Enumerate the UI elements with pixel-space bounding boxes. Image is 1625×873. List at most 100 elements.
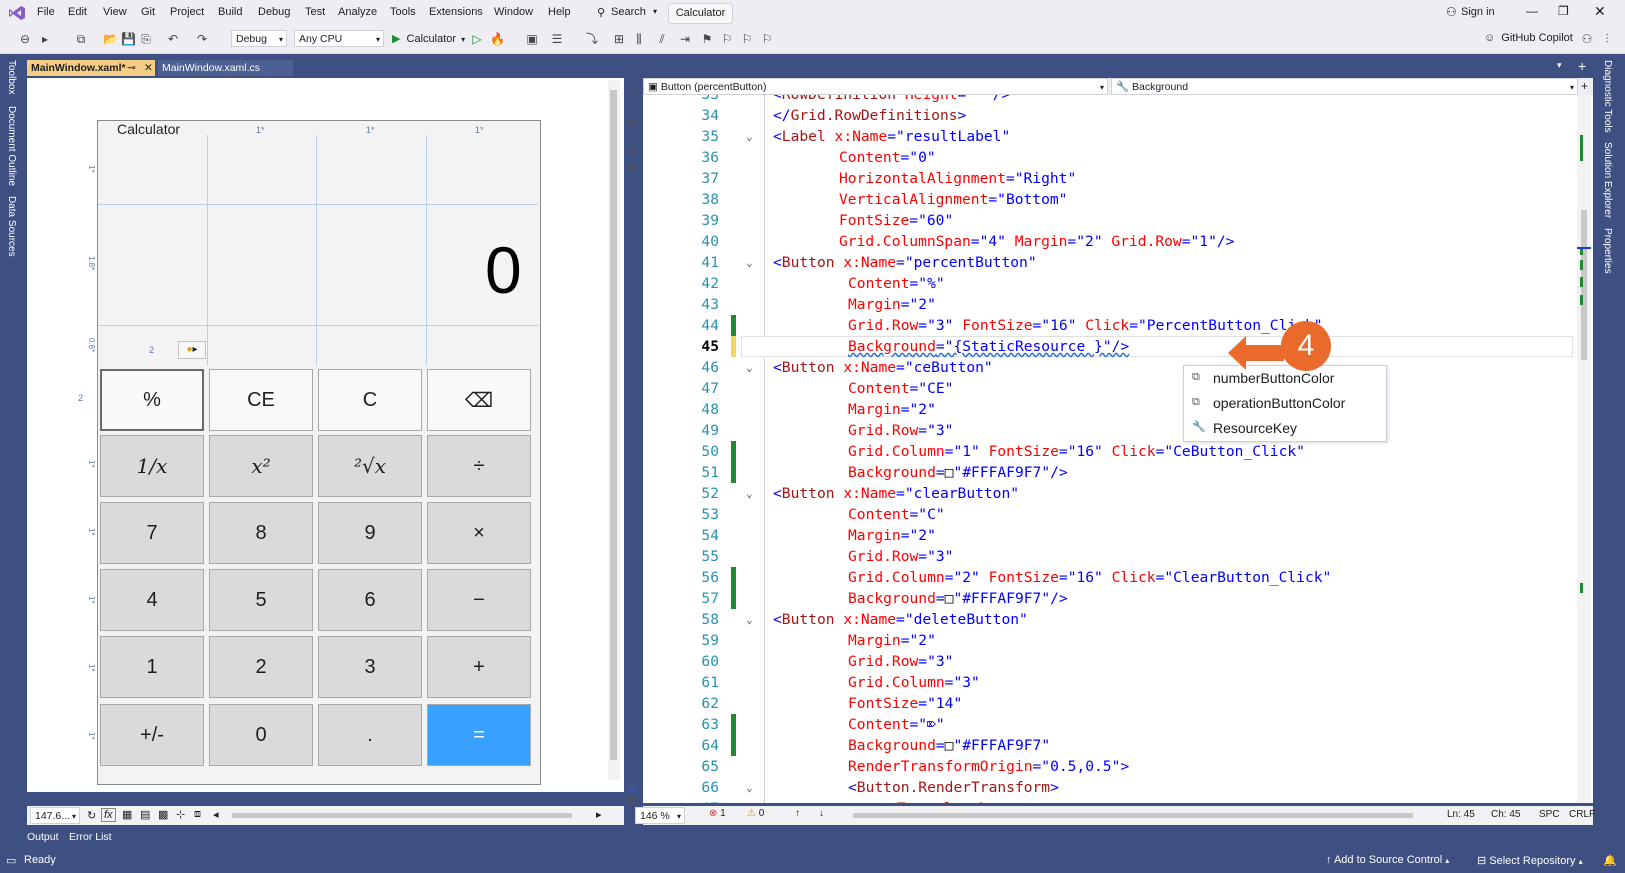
designer-vertical-scrollbar[interactable] xyxy=(608,80,620,780)
menu-git[interactable]: Git xyxy=(141,6,155,18)
scrollbar-thumb[interactable] xyxy=(610,90,617,760)
seven-button[interactable]: 7 xyxy=(100,502,204,564)
collapse-pane-icon[interactable]: ⧉ xyxy=(628,163,635,174)
open-icon[interactable]: 📂 xyxy=(103,32,118,46)
fx-button[interactable]: fx xyxy=(101,808,116,822)
data-sources-tab[interactable]: Data Sources xyxy=(6,196,17,257)
add-button[interactable]: + xyxy=(427,636,531,698)
output-tab[interactable]: Output xyxy=(27,831,59,843)
add-to-source-control-button[interactable]: ↑ Add to Source Control ▴ xyxy=(1326,854,1449,866)
menu-extensions[interactable]: Extensions xyxy=(429,6,483,18)
delete-button[interactable]: ⌫ xyxy=(427,369,531,431)
menu-tools[interactable]: Tools xyxy=(390,6,416,18)
active-project-pill[interactable]: Calculator xyxy=(668,3,733,24)
redo-icon[interactable]: ↷ xyxy=(195,32,209,46)
minimize-icon[interactable]: — xyxy=(1526,4,1538,18)
error-list-tab[interactable]: Error List xyxy=(69,831,112,843)
indent-icon[interactable]: ⇥ xyxy=(678,32,692,46)
divide-button[interactable]: ÷ xyxy=(427,435,531,497)
xaml-code-editor[interactable]: 33<RowDefinition Height="*"/> 34</Grid.R… xyxy=(643,95,1593,803)
clear-bookmarks-icon[interactable]: ⚐ xyxy=(760,32,774,46)
format-icon[interactable]: ☰ xyxy=(550,32,564,46)
line-ending-indicator[interactable]: CRLF xyxy=(1569,809,1595,820)
bookmark-icon[interactable]: ⚑ xyxy=(700,32,714,46)
quick-actions-button[interactable]: ●▸ xyxy=(178,341,206,359)
comment-icon[interactable]: ⫼ xyxy=(632,32,646,46)
scroll-left-icon[interactable]: ◂ xyxy=(213,808,219,821)
start-without-debugging-icon[interactable]: ▷ xyxy=(470,32,484,46)
reciprocal-button[interactable]: 1/x xyxy=(100,435,204,497)
split-editor-icon[interactable]: + xyxy=(1581,79,1588,93)
snap-grid-icon[interactable]: ▩ xyxy=(158,808,168,821)
overflow-icon[interactable]: ⫶ xyxy=(1600,32,1614,46)
tab-mainwindow-xaml-cs[interactable]: MainWindow.xaml.cs xyxy=(158,60,293,76)
multiply-button[interactable]: × xyxy=(427,502,531,564)
five-button[interactable]: 5 xyxy=(209,569,313,631)
account-icon[interactable]: ⚇ xyxy=(1446,5,1457,19)
new-project-icon[interactable]: ⧉ xyxy=(74,32,88,46)
eight-button[interactable]: 8 xyxy=(209,502,313,564)
square-root-button[interactable]: ²√x xyxy=(318,435,422,497)
diagnostic-tools-tab[interactable]: Diagnostic Tools xyxy=(1602,60,1613,133)
hot-reload-icon[interactable]: 🔥 xyxy=(490,32,505,46)
one-button[interactable]: 1 xyxy=(100,636,204,698)
column-indicator[interactable]: Ch: 45 xyxy=(1491,809,1520,820)
fold-icon[interactable]: ⌄ xyxy=(746,609,753,630)
fold-icon[interactable]: ⌄ xyxy=(746,483,753,504)
menu-debug[interactable]: Debug xyxy=(258,6,290,18)
six-button[interactable]: 6 xyxy=(318,569,422,631)
warning-count[interactable]: ⚠ 0 xyxy=(747,808,764,819)
four-button[interactable]: 4 xyxy=(100,569,204,631)
back-icon[interactable]: ⊖ xyxy=(18,32,32,46)
document-outline-tab[interactable]: Document Outline xyxy=(6,106,17,186)
equals-button[interactable]: = xyxy=(427,704,531,766)
menu-file[interactable]: File xyxy=(37,6,55,18)
menu-analyze[interactable]: Analyze xyxy=(338,6,377,18)
window-layout-icon[interactable]: ▣ xyxy=(525,32,539,46)
start-debugging-button[interactable]: ▶ Calculator ▾ xyxy=(392,32,465,47)
percent-button[interactable]: % xyxy=(100,369,204,431)
restore-icon[interactable]: ❐ xyxy=(1558,4,1569,18)
vertical-split-icon[interactable]: ⊟ xyxy=(628,145,636,156)
layout-icon[interactable]: ▤ xyxy=(140,808,150,821)
undo-icon[interactable]: ↶ xyxy=(166,32,180,46)
editor-horizontal-scrollbar[interactable] xyxy=(853,813,1413,818)
three-button[interactable]: 3 xyxy=(318,636,422,698)
completion-item[interactable]: ⧉ operationButtonColor xyxy=(1184,391,1384,415)
clear-button[interactable]: C xyxy=(318,369,422,431)
line-indicator[interactable]: Ln: 45 xyxy=(1447,809,1475,820)
save-all-icon[interactable]: ⎘ xyxy=(139,32,153,46)
scroll-right-icon[interactable]: ▸ xyxy=(596,808,602,821)
fold-icon[interactable]: ⌄ xyxy=(746,357,753,378)
live-tree-icon[interactable]: ⊞ xyxy=(612,32,626,46)
snap-lines-icon[interactable]: ⊹ xyxy=(176,808,185,821)
zero-button[interactable]: 0 xyxy=(209,704,313,766)
save-icon[interactable]: 💾 xyxy=(121,32,136,46)
properties-tab[interactable]: Properties xyxy=(1602,228,1613,274)
prev-bookmark-icon[interactable]: ⚐ xyxy=(720,32,734,46)
split-vertical-icon[interactable]: ▤ xyxy=(627,795,636,806)
square-button[interactable]: x² xyxy=(209,435,313,497)
menu-build[interactable]: Build xyxy=(218,6,242,18)
element-dropdown[interactable]: ▣ Button (percentButton) ▾ xyxy=(643,78,1108,95)
next-issue-icon[interactable]: ↓ xyxy=(819,808,824,819)
horizontal-split-icon[interactable]: ⇄ xyxy=(628,116,637,129)
previous-issue-icon[interactable]: ↑ xyxy=(795,808,800,819)
close-tab-icon[interactable]: ✕ xyxy=(144,60,153,76)
designer-zoom-select[interactable]: 147.6... ▾ xyxy=(30,807,80,824)
subtract-button[interactable]: − xyxy=(427,569,531,631)
two-button[interactable]: 2 xyxy=(209,636,313,698)
close-icon[interactable]: ✕ xyxy=(1594,3,1606,20)
search-button[interactable]: ⚲ Search ▾ xyxy=(595,3,665,22)
grid-view-icon[interactable]: ▦ xyxy=(122,808,132,821)
github-copilot-button[interactable]: ☺ GitHub Copilot xyxy=(1484,32,1573,44)
editor-zoom-select[interactable]: 146 % ▾ xyxy=(635,807,685,824)
visual-studio-logo-icon[interactable] xyxy=(8,5,26,21)
designer-horizontal-scrollbar[interactable] xyxy=(232,813,572,818)
negate-button[interactable]: +/- xyxy=(100,704,204,766)
effects-icon[interactable]: ⧈ xyxy=(194,808,201,821)
completion-item[interactable]: ⧉ numberButtonColor xyxy=(1184,366,1384,390)
menu-project[interactable]: Project xyxy=(170,6,204,18)
fold-icon[interactable]: ⌄ xyxy=(746,252,753,273)
forward-icon[interactable]: ▸ xyxy=(38,32,52,46)
